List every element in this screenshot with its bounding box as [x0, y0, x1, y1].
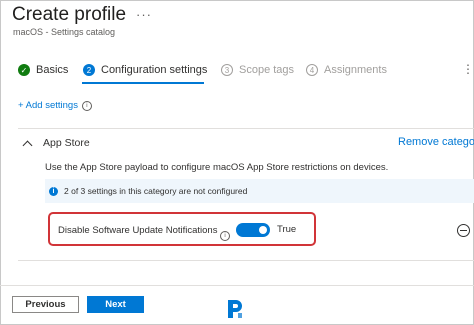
page-title: Create profile — [12, 4, 127, 25]
category-name: App Store — [43, 137, 90, 149]
tab-basics[interactable]: ✓ Basics — [18, 64, 68, 76]
step-label: Configuration settings — [101, 64, 208, 76]
checkmark-icon: ✓ — [18, 64, 30, 76]
divider — [18, 128, 474, 129]
setting-toggle[interactable] — [236, 223, 270, 237]
more-icon[interactable]: ⋮ — [462, 62, 474, 76]
info-icon: i — [49, 186, 58, 196]
divider — [18, 260, 474, 261]
step-number: 2 — [83, 64, 95, 76]
wizard-steps: ✓ Basics 2 Configuration settings 3 Scop… — [0, 60, 474, 84]
banner-text: 2 of 3 settings in this category are not… — [64, 186, 248, 196]
step-label: Scope tags — [239, 64, 295, 76]
tab-scope-tags[interactable]: 3 Scope tags — [221, 64, 294, 76]
step-number: 4 — [306, 64, 318, 76]
minus-circle-icon[interactable] — [457, 224, 470, 237]
add-settings-link[interactable]: + Add settings i — [18, 100, 92, 111]
category-description: Use the App Store payload to configure m… — [45, 162, 389, 173]
more-options-icon[interactable]: ··· — [136, 7, 152, 22]
setting-label: Disable Software Update Notifications — [58, 225, 218, 236]
remove-category-link[interactable]: Remove category — [398, 136, 474, 148]
toggle-knob — [259, 226, 267, 234]
step-label: Assignments — [324, 64, 387, 76]
step-number: 3 — [221, 64, 233, 76]
tab-assignments[interactable]: 4 Assignments — [306, 64, 387, 76]
next-button[interactable]: Next — [87, 296, 144, 313]
info-icon[interactable]: i — [81, 100, 92, 111]
step-label: Basics — [36, 64, 69, 76]
page-subtitle: macOS - Settings catalog — [13, 27, 116, 37]
add-settings-label: + Add settings — [18, 100, 78, 111]
toggle-value: True — [277, 224, 297, 235]
setting-info-icon[interactable]: i — [220, 224, 230, 242]
previous-button[interactable]: Previous — [12, 296, 79, 313]
info-icon: i — [220, 231, 230, 241]
chevron-up-icon[interactable] — [22, 140, 33, 150]
active-tab-underline — [82, 82, 204, 84]
footer-divider — [0, 285, 474, 286]
category-header[interactable]: App Store — [22, 137, 90, 150]
info-banner: i 2 of 3 settings in this category are n… — [45, 179, 474, 203]
logo-icon — [228, 300, 242, 318]
tab-configuration-settings[interactable]: 2 Configuration settings — [83, 64, 207, 76]
